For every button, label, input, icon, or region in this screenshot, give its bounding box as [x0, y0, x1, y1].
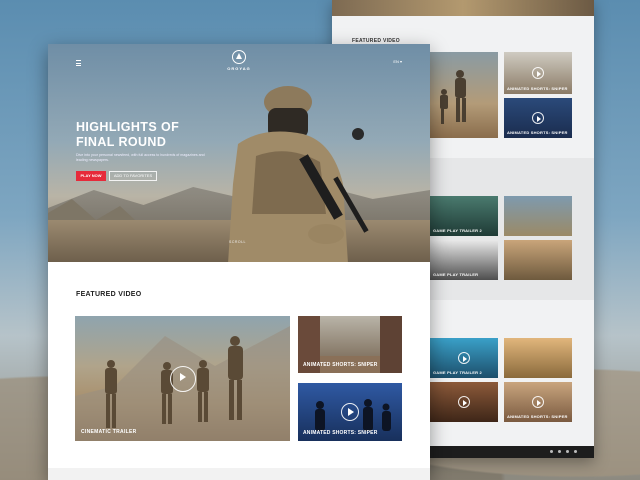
play-icon [458, 396, 470, 408]
thumb-caption: Animated Shorts: Sniper [507, 414, 568, 419]
logo-text: ORGYAG [227, 66, 251, 71]
back-featured-thumb-1[interactable]: Animated Shorts: Sniper [504, 52, 572, 94]
brand-logo[interactable]: ORGYAG [226, 50, 252, 71]
back-page-top-image [332, 0, 594, 16]
featured-side-video-1[interactable]: ANIMATED SHORTS: SNIPER [298, 316, 402, 373]
play-icon [532, 396, 544, 408]
back-s3-thumb-1[interactable]: Game Play Trailer 2 [430, 338, 498, 378]
hero-title: HIGHLIGHTS OF FINAL ROUND [76, 120, 180, 149]
back-s3-thumb-2[interactable] [504, 338, 572, 378]
featured-side-video-2[interactable]: ANIMATED SHORTS: SNIPER [298, 383, 402, 441]
side-video-caption: ANIMATED SHORTS: SNIPER [303, 362, 378, 368]
thumb-caption: Game Play Trailer 2 [433, 228, 482, 233]
logo-icon [232, 50, 246, 64]
featured-main-video[interactable]: CINEMATIC TRAILER [75, 316, 290, 441]
social-icon[interactable] [550, 450, 553, 453]
thumb-caption: Animated Shorts: Sniper [507, 130, 568, 135]
add-to-favorites-button[interactable]: ADD TO FAVORITES [109, 171, 157, 181]
social-icon[interactable] [558, 450, 561, 453]
featured-video-title: FEATURED VIDEO [76, 291, 142, 298]
hamburger-menu-icon[interactable] [76, 60, 81, 66]
back-s2-thumb-4[interactable] [504, 240, 572, 280]
play-icon [532, 67, 544, 79]
play-icon[interactable] [169, 365, 196, 392]
play-icon [458, 352, 470, 364]
thumb-caption: Game Play Trailer 2 [433, 370, 482, 375]
next-section-edge [48, 468, 430, 480]
social-icon[interactable] [574, 450, 577, 453]
back-s3-thumb-4[interactable]: Animated Shorts: Sniper [504, 382, 572, 422]
social-icon[interactable] [566, 450, 569, 453]
back-featured-thumb-2[interactable]: Animated Shorts: Sniper [504, 98, 572, 138]
thumb-caption: Game Play Trailer [433, 272, 479, 277]
front-page-mockup: ORGYAG EN ▾ HIGHLIGHTS OF FINAL ROUND Di… [48, 44, 430, 480]
hero-section: ORGYAG EN ▾ HIGHLIGHTS OF FINAL ROUND Di… [48, 44, 430, 262]
play-now-button[interactable]: PLAY NOW [76, 171, 106, 181]
back-s2-thumb-3[interactable]: Game Play Trailer [430, 240, 498, 280]
soldiers-illustration [440, 70, 466, 124]
thumb-caption: Animated Shorts: Sniper [507, 86, 568, 91]
play-icon[interactable] [341, 403, 359, 421]
play-icon [532, 112, 544, 124]
back-featured-main-thumb[interactable] [430, 52, 498, 138]
side-video-caption: ANIMATED SHORTS: SNIPER [303, 430, 378, 436]
hero-subtitle: Dive into your personal newsfeed, with f… [76, 153, 205, 162]
scroll-indicator[interactable]: SCROLL [229, 240, 246, 244]
back-s3-thumb-3[interactable] [430, 382, 498, 422]
soldier-illustration [228, 86, 369, 262]
back-s2-thumb-2[interactable] [504, 196, 572, 236]
back-s2-thumb-1[interactable]: Game Play Trailer 2 [430, 196, 498, 236]
main-video-caption: CINEMATIC TRAILER [81, 429, 137, 435]
language-selector[interactable]: EN ▾ [393, 59, 402, 64]
